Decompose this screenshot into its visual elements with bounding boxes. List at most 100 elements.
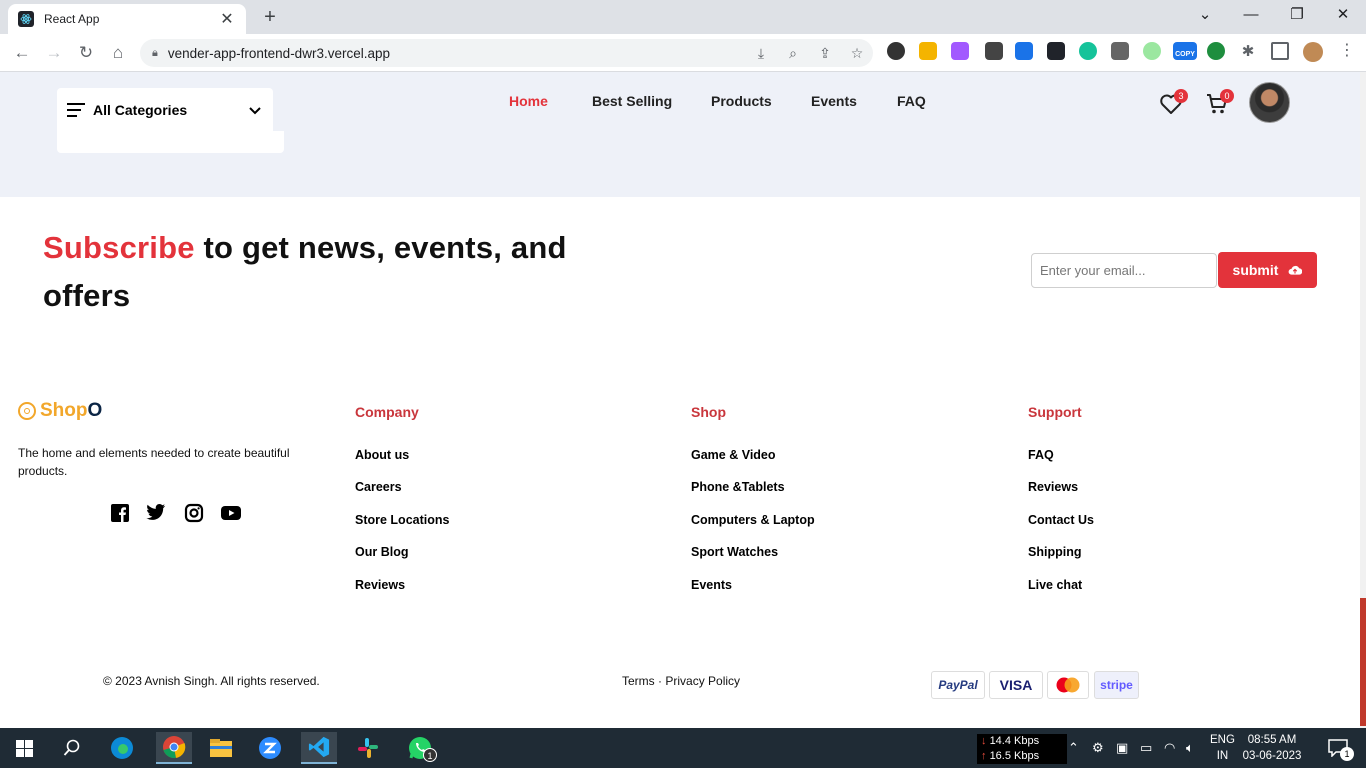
email-input[interactable]: [1031, 253, 1217, 288]
submit-button[interactable]: submit: [1218, 252, 1317, 288]
privacy-policy-link[interactable]: Privacy Policy: [665, 674, 740, 688]
nav-best-selling[interactable]: Best Selling: [592, 93, 672, 113]
side-panel-icon[interactable]: [1271, 42, 1289, 60]
wishlist-button[interactable]: 3: [1158, 89, 1188, 117]
lock-icon[interactable]: 🔒︎: [152, 47, 158, 60]
nav-products[interactable]: Products: [711, 93, 772, 113]
extension-icon-9[interactable]: [1143, 42, 1161, 60]
stripe-badge: stripe: [1094, 671, 1139, 699]
footer-link-about-us[interactable]: About us: [355, 448, 409, 462]
address-bar[interactable]: 🔒︎ vender-app-frontend-dwr3.vercel.app ⤓…: [140, 39, 873, 67]
bookmark-star-icon[interactable]: ☆: [841, 45, 873, 62]
window-close-icon[interactable]: ✕: [1320, 4, 1366, 26]
reload-icon[interactable]: ↻: [74, 41, 98, 65]
slack-icon[interactable]: [352, 732, 384, 764]
paypal-badge: PayPal: [931, 671, 985, 699]
back-icon[interactable]: ←: [10, 41, 34, 65]
tray-chevron-icon[interactable]: ⌃: [1068, 740, 1079, 756]
zoom-app-icon[interactable]: [254, 732, 286, 764]
windows-start-icon[interactable]: [8, 732, 40, 764]
cart-button[interactable]: 0: [1204, 89, 1234, 117]
react-devtools-icon[interactable]: [1047, 42, 1065, 60]
copy-extension-icon[interactable]: COPY: [1173, 42, 1197, 60]
footer-link-events[interactable]: Events: [691, 578, 732, 592]
install-icon[interactable]: ⤓: [745, 45, 777, 62]
footer-link-phone-tablets[interactable]: Phone &Tablets: [691, 480, 785, 494]
share-icon[interactable]: ⇪: [809, 45, 841, 62]
browser-tab[interactable]: React App ✕: [8, 4, 246, 34]
extension-icon-4[interactable]: [985, 42, 1003, 60]
extensions-puzzle-icon[interactable]: ✱: [1239, 42, 1257, 60]
nav-faq[interactable]: FAQ: [897, 93, 926, 113]
all-categories-dropdown[interactable]: All Categories: [57, 88, 273, 131]
footer-link-careers[interactable]: Careers: [355, 480, 402, 494]
facebook-icon[interactable]: [110, 503, 130, 523]
zoom-icon[interactable]: ⌕: [777, 45, 809, 62]
tab-search-chevron-icon[interactable]: ⌄: [1182, 4, 1228, 26]
footer-link-live-chat[interactable]: Live chat: [1028, 578, 1082, 592]
footer-link-support-reviews[interactable]: Reviews: [1028, 480, 1078, 494]
nav-events[interactable]: Events: [811, 93, 857, 113]
extension-icon-1[interactable]: [887, 42, 905, 60]
footer-link-our-blog[interactable]: Our Blog: [355, 545, 408, 559]
subscribe-heading: Subscribe to get news, events, and offer…: [43, 224, 603, 320]
logo-ring-icon: [18, 402, 36, 420]
edge-icon[interactable]: [106, 732, 138, 764]
restore-icon[interactable]: ❐: [1274, 4, 1320, 26]
wifi-icon[interactable]: ◠: [1164, 740, 1175, 756]
extension-icon-2[interactable]: [919, 42, 937, 60]
heart-extension-icon[interactable]: [1207, 42, 1225, 60]
new-tab-icon[interactable]: +: [258, 6, 282, 28]
user-avatar[interactable]: [1249, 82, 1290, 123]
cloud-upload-icon: [1289, 265, 1303, 275]
footer-link-contact-us[interactable]: Contact Us: [1028, 513, 1094, 527]
profile-avatar-icon[interactable]: [1303, 42, 1323, 62]
grammarly-icon[interactable]: [1079, 42, 1097, 60]
extension-icon-3[interactable]: [951, 42, 969, 60]
url-text[interactable]: vender-app-frontend-dwr3.vercel.app: [168, 46, 745, 61]
notifications-icon[interactable]: 1: [1318, 732, 1358, 764]
chevron-down-icon[interactable]: [237, 102, 273, 118]
footer-link-sport-watches[interactable]: Sport Watches: [691, 545, 778, 559]
whatsapp-icon[interactable]: 1: [400, 732, 440, 764]
nav-home[interactable]: Home: [509, 93, 548, 113]
system-clock[interactable]: 08:55 AM 03-06-2023: [1240, 732, 1304, 764]
logo-text-shop: Shop: [40, 400, 88, 421]
volume-icon[interactable]: 🔈︎: [1186, 740, 1194, 756]
terms-link[interactable]: Terms: [622, 674, 655, 688]
extension-icon-8[interactable]: [1111, 42, 1129, 60]
search-icon[interactable]: [56, 732, 88, 764]
footer-link-computers-laptop[interactable]: Computers & Laptop: [691, 513, 815, 527]
browser-menu-icon[interactable]: ⋮: [1338, 42, 1356, 60]
footer-link-shipping[interactable]: Shipping: [1028, 545, 1081, 559]
meet-now-icon[interactable]: ▣: [1116, 740, 1128, 756]
chrome-taskbar-icon[interactable]: [156, 732, 192, 764]
footer-heading-shop: Shop: [691, 404, 726, 420]
mastercard-badge: [1047, 671, 1089, 699]
vscode-icon[interactable]: [301, 732, 337, 764]
youtube-icon[interactable]: [220, 503, 241, 523]
react-favicon-icon: [18, 11, 34, 27]
footer-link-store-locations[interactable]: Store Locations: [355, 513, 449, 527]
footer-link-faq[interactable]: FAQ: [1028, 448, 1054, 462]
visa-badge: VISA: [989, 671, 1043, 699]
footer-link-company-reviews[interactable]: Reviews: [355, 578, 405, 592]
instagram-icon[interactable]: [184, 503, 204, 523]
home-icon[interactable]: ⌂: [106, 41, 130, 65]
file-explorer-icon[interactable]: [205, 732, 237, 764]
tab-close-icon[interactable]: ✕: [218, 9, 236, 29]
browser-toolbar: ← → ↻ ⌂ 🔒︎ vender-app-frontend-dwr3.verc…: [0, 34, 1366, 72]
battery-icon[interactable]: ▭: [1140, 740, 1152, 756]
scrollbar-thumb[interactable]: [1360, 598, 1366, 726]
categories-label: All Categories: [93, 101, 188, 118]
up-arrow-icon: ↑: [981, 750, 987, 762]
language-indicator[interactable]: ENG IN: [1210, 732, 1235, 764]
legal-separator: ·: [658, 674, 663, 688]
forward-icon[interactable]: →: [42, 41, 66, 65]
footer-link-game-video[interactable]: Game & Video: [691, 448, 776, 462]
minimize-icon[interactable]: —: [1228, 4, 1274, 26]
tray-app-icon[interactable]: ⚙: [1092, 740, 1104, 756]
twitter-icon[interactable]: [146, 503, 166, 523]
shopo-logo[interactable]: Shop O: [18, 400, 102, 422]
download-extension-icon[interactable]: [1015, 42, 1033, 60]
